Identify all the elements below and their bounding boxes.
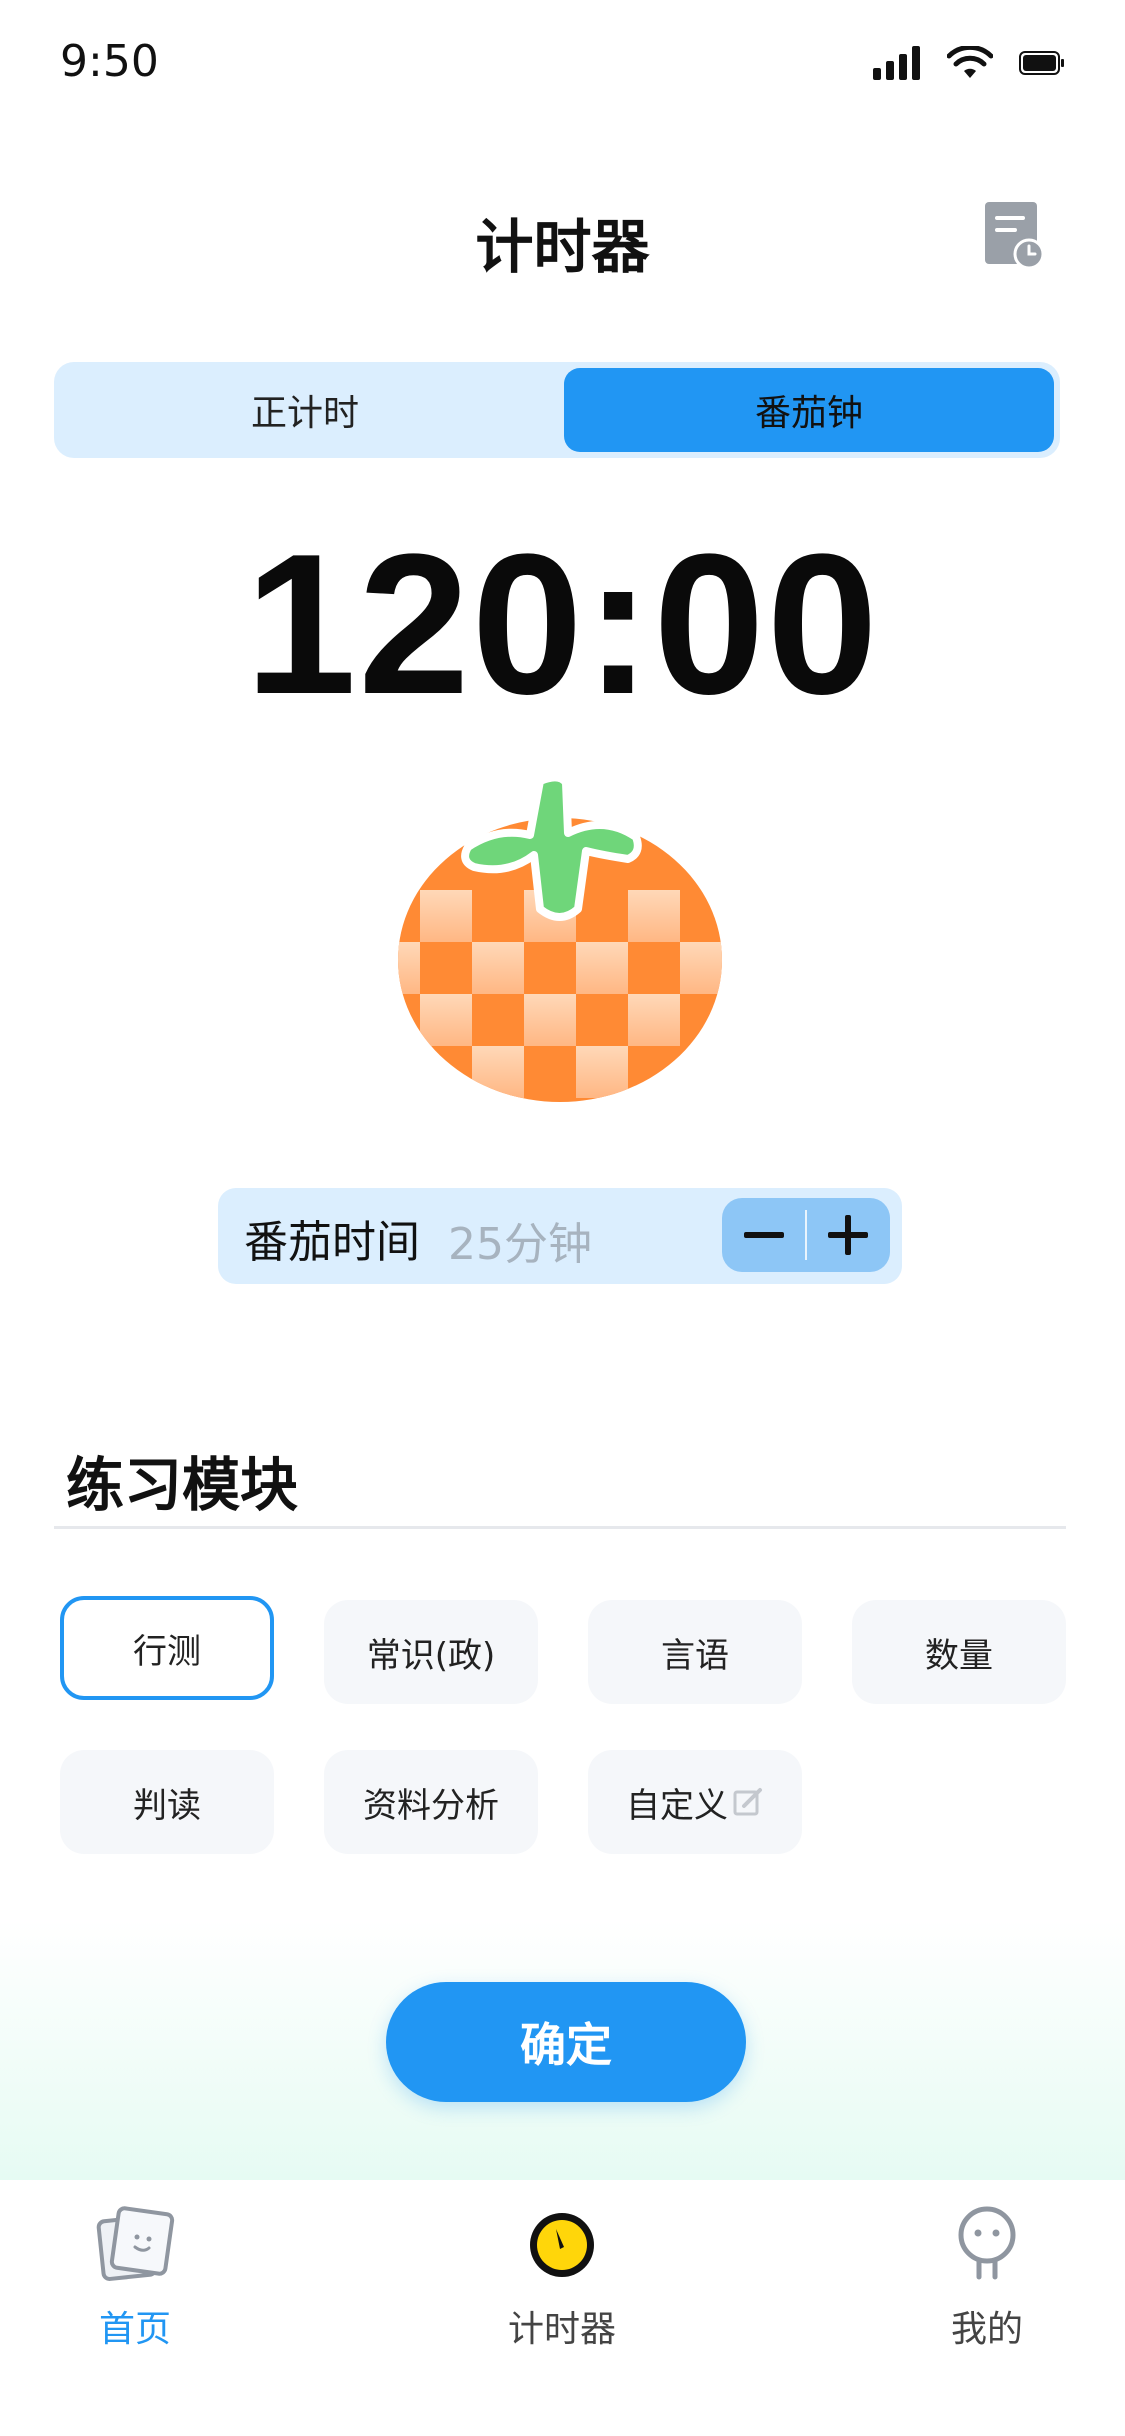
pomodoro-time-value: 25分钟: [448, 1219, 592, 1270]
chip-yanyu[interactable]: 言语: [588, 1600, 802, 1704]
tab-profile[interactable]: 我的: [862, 2180, 1112, 2380]
segment-pomodoro[interactable]: 番茄钟: [564, 368, 1054, 452]
chip-pandu[interactable]: 判读: [60, 1750, 274, 1854]
tab-timer-label: 计时器: [507, 2309, 616, 2350]
tab-timer[interactable]: 计时器: [437, 2180, 687, 2380]
chip-custom-label: 自定义: [626, 1785, 728, 1826]
chip-shuliang[interactable]: 数量: [852, 1600, 1066, 1704]
page-title: 计时器: [475, 213, 650, 281]
practice-section-title: 练习模块: [66, 1451, 299, 1519]
status-time: 9:50: [60, 36, 159, 87]
chip-xingce[interactable]: 行测: [60, 1596, 274, 1700]
mode-segmented-control: 正计时 番茄钟: [54, 362, 1060, 458]
pomodoro-time-label: 番茄时间: [244, 1217, 420, 1268]
home-cards-icon: [90, 2200, 180, 2290]
battery-icon: [1019, 51, 1064, 75]
chip-ziliao[interactable]: 资料分析: [324, 1750, 538, 1854]
section-divider: [54, 1526, 1066, 1529]
wifi-icon: [947, 46, 993, 78]
plus-icon: [828, 1215, 868, 1255]
history-icon[interactable]: [985, 202, 1045, 268]
chip-custom[interactable]: 自定义: [588, 1750, 802, 1854]
edit-icon: [733, 1788, 762, 1816]
pomodoro-time-setting: 番茄时间 25分钟: [218, 1188, 902, 1284]
timer-icon: [517, 2200, 607, 2290]
tab-home[interactable]: 首页: [10, 2180, 260, 2380]
time-stepper: [722, 1198, 890, 1272]
tab-profile-label: 我的: [950, 2309, 1023, 2350]
chip-changshi[interactable]: 常识(政): [324, 1600, 538, 1704]
increase-button[interactable]: [806, 1198, 890, 1272]
profile-icon: [942, 2200, 1032, 2290]
confirm-button[interactable]: 确定: [386, 1982, 746, 2102]
segment-count-up[interactable]: 正计时: [60, 368, 550, 452]
cellular-signal-icon: [873, 46, 920, 80]
tab-home-label: 首页: [98, 2309, 171, 2350]
minus-icon: [744, 1232, 784, 1238]
timer-display: 120:00: [245, 513, 880, 736]
tomato-icon: [398, 775, 722, 1102]
decrease-button[interactable]: [722, 1198, 806, 1272]
tab-bar: 首页 计时器 我的: [0, 2180, 1125, 2436]
status-icons: [873, 46, 1065, 80]
